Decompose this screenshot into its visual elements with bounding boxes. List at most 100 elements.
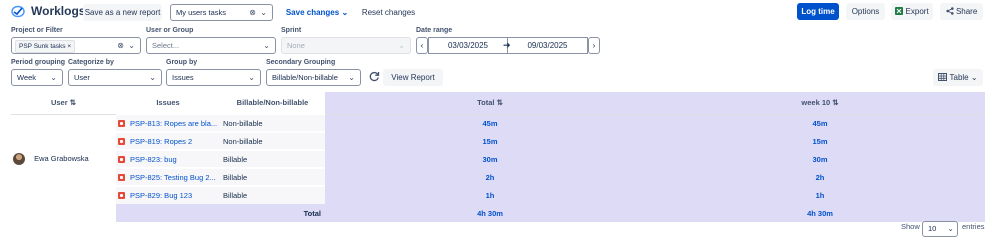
bug-icon: [118, 119, 125, 127]
worklogs-logo-icon: [11, 5, 25, 18]
export-button[interactable]: Export: [891, 3, 933, 20]
reset-changes-button[interactable]: Reset changes: [360, 4, 417, 21]
secondary-grouping-label: Secondary Grouping: [266, 59, 336, 66]
chevron-down-icon[interactable]: ⌄: [348, 70, 355, 85]
chevron-down-icon[interactable]: ⌄: [263, 38, 270, 53]
clear-icon[interactable]: ⊗: [117, 38, 124, 53]
period-grouping-label: Period grouping: [11, 59, 66, 66]
issue-link[interactable]: PSP-829: Bug 123: [130, 191, 192, 200]
table-view-button[interactable]: Table ⌄: [933, 69, 983, 86]
issue-cell[interactable]: PSP-829: Bug 123: [116, 185, 220, 204]
project-filter-select[interactable]: PSP Sunk tasks × ⊗ ⌄: [11, 37, 141, 54]
chevron-right-icon: ›: [592, 41, 596, 50]
week-cell[interactable]: 1h: [655, 186, 985, 204]
share-label: Share: [955, 7, 978, 16]
export-label: Export: [905, 7, 929, 16]
week-cell[interactable]: 30m: [655, 150, 985, 168]
save-changes-button[interactable]: Save changes ⌄: [283, 4, 351, 21]
sort-icon[interactable]: ⇅: [832, 98, 838, 107]
week-column-header[interactable]: week 10 ⇅: [655, 92, 985, 115]
sprint-placeholder: None: [287, 41, 305, 50]
user-group-select[interactable]: Select... ⌄: [146, 37, 276, 54]
table-row: PSP-823: bug Billable 30m 30m: [11, 149, 985, 168]
refresh-icon[interactable]: [369, 71, 380, 84]
table-view-label: Table: [949, 73, 969, 82]
total-column-header[interactable]: Total ⇅: [325, 92, 655, 115]
group-by-select[interactable]: Issues ⌄: [166, 69, 261, 86]
issue-link[interactable]: PSP-823: bug: [130, 155, 177, 164]
options-button[interactable]: Options: [846, 3, 885, 20]
chevron-down-icon: ⌄: [398, 41, 405, 50]
secondary-grouping-select[interactable]: Billable/Non-billable ⌄: [266, 69, 361, 86]
date-to-input[interactable]: ➔ 09/03/2025: [503, 37, 588, 54]
bug-icon: [118, 137, 125, 145]
chevron-down-icon: ⌄: [970, 73, 978, 82]
billable-cell: Billable: [220, 185, 325, 204]
period-grouping-select[interactable]: Week ⌄: [11, 69, 63, 86]
remove-tag-icon[interactable]: ×: [67, 43, 71, 50]
total-cell[interactable]: 30m: [325, 150, 655, 168]
chevron-down-icon[interactable]: ⌄: [248, 70, 255, 85]
save-as-new-report-button[interactable]: Save as a new report: [83, 4, 162, 21]
week-cell[interactable]: 15m: [655, 132, 985, 150]
chevron-down-icon[interactable]: ⌄: [128, 38, 135, 53]
entries-per-page-select[interactable]: 10 ⌄: [922, 221, 958, 237]
bug-icon: [118, 173, 125, 181]
previous-period-button[interactable]: ‹: [416, 37, 428, 54]
week-header-label: week 10: [801, 98, 831, 108]
chevron-down-icon[interactable]: ⌄: [149, 70, 156, 85]
issue-cell[interactable]: PSP-825: Testing Bug 2...: [116, 167, 220, 186]
bug-icon: [118, 192, 125, 199]
chevron-left-icon: ‹: [420, 41, 424, 50]
log-time-button[interactable]: Log time: [797, 3, 839, 20]
clear-icon[interactable]: ⊗: [249, 5, 256, 20]
user-column-header[interactable]: User ⇅: [11, 92, 116, 115]
chevron-down-icon[interactable]: ⌄: [947, 222, 954, 236]
user-cell: Ewa Grabowska: [11, 114, 116, 204]
week-cell[interactable]: 45m: [655, 114, 985, 132]
next-period-button[interactable]: ›: [588, 37, 600, 54]
table-row: Ewa Grabowska PSP-813: Ropes are bla... …: [11, 113, 985, 166]
total-cell[interactable]: 45m: [325, 114, 655, 132]
chevron-down-icon[interactable]: ⌄: [50, 70, 57, 85]
sort-icon[interactable]: ⇅: [70, 98, 76, 107]
total-row-label: Total: [220, 204, 325, 222]
billable-cell: Non-billable: [220, 131, 325, 150]
issue-cell[interactable]: PSP-813: Ropes are bla...: [116, 113, 220, 132]
user-group-placeholder: Select...: [152, 41, 180, 50]
report-select-value: My users tasks: [176, 8, 227, 17]
total-cell[interactable]: 1h: [325, 186, 655, 204]
save-changes-label: Save changes: [285, 8, 340, 17]
table-row: PSP-819: Ropes 2 Non-billable 15m 15m: [11, 131, 985, 150]
week-cell[interactable]: 2h: [655, 168, 985, 186]
avatar: [13, 153, 25, 166]
report-select[interactable]: My users tasks ⊗ ⌄: [170, 4, 273, 21]
project-filter-label: Project or Filter: [11, 27, 63, 34]
billable-cell: Billable: [220, 167, 325, 186]
group-by-label: Group by: [166, 59, 198, 66]
date-from-input[interactable]: 03/03/2025: [428, 37, 508, 54]
project-tag-label: PSP Sunk tasks: [19, 43, 66, 50]
sprint-label: Sprint: [281, 27, 302, 34]
group-by-value: Issues: [172, 73, 194, 82]
categorize-by-select[interactable]: User ⌄: [68, 69, 162, 86]
user-name: Ewa Grabowska: [34, 154, 89, 164]
chevron-down-icon[interactable]: ⌄: [260, 5, 267, 20]
total-row: Total 4h 30m 4h 30m: [11, 204, 985, 222]
view-report-button[interactable]: View Report: [383, 69, 443, 86]
total-header-label: Total: [477, 98, 495, 108]
issue-link[interactable]: PSP-825: Testing Bug 2...: [130, 173, 216, 182]
sprint-select: None ⌄: [281, 37, 411, 54]
arrow-right-icon: ➔: [503, 40, 511, 50]
total-cell[interactable]: 15m: [325, 132, 655, 150]
issue-link[interactable]: PSP-819: Ropes 2: [130, 137, 192, 146]
issue-cell[interactable]: PSP-819: Ropes 2: [116, 131, 220, 150]
sort-icon[interactable]: ⇅: [497, 98, 503, 107]
total-cell[interactable]: 2h: [325, 168, 655, 186]
date-range-label: Date range: [416, 27, 453, 34]
issue-link[interactable]: PSP-813: Ropes are bla...: [130, 119, 217, 128]
share-button[interactable]: Share: [940, 3, 983, 20]
billable-cell: Non-billable: [220, 113, 325, 132]
issue-cell[interactable]: PSP-823: bug: [116, 149, 220, 168]
bug-icon: [118, 155, 125, 163]
